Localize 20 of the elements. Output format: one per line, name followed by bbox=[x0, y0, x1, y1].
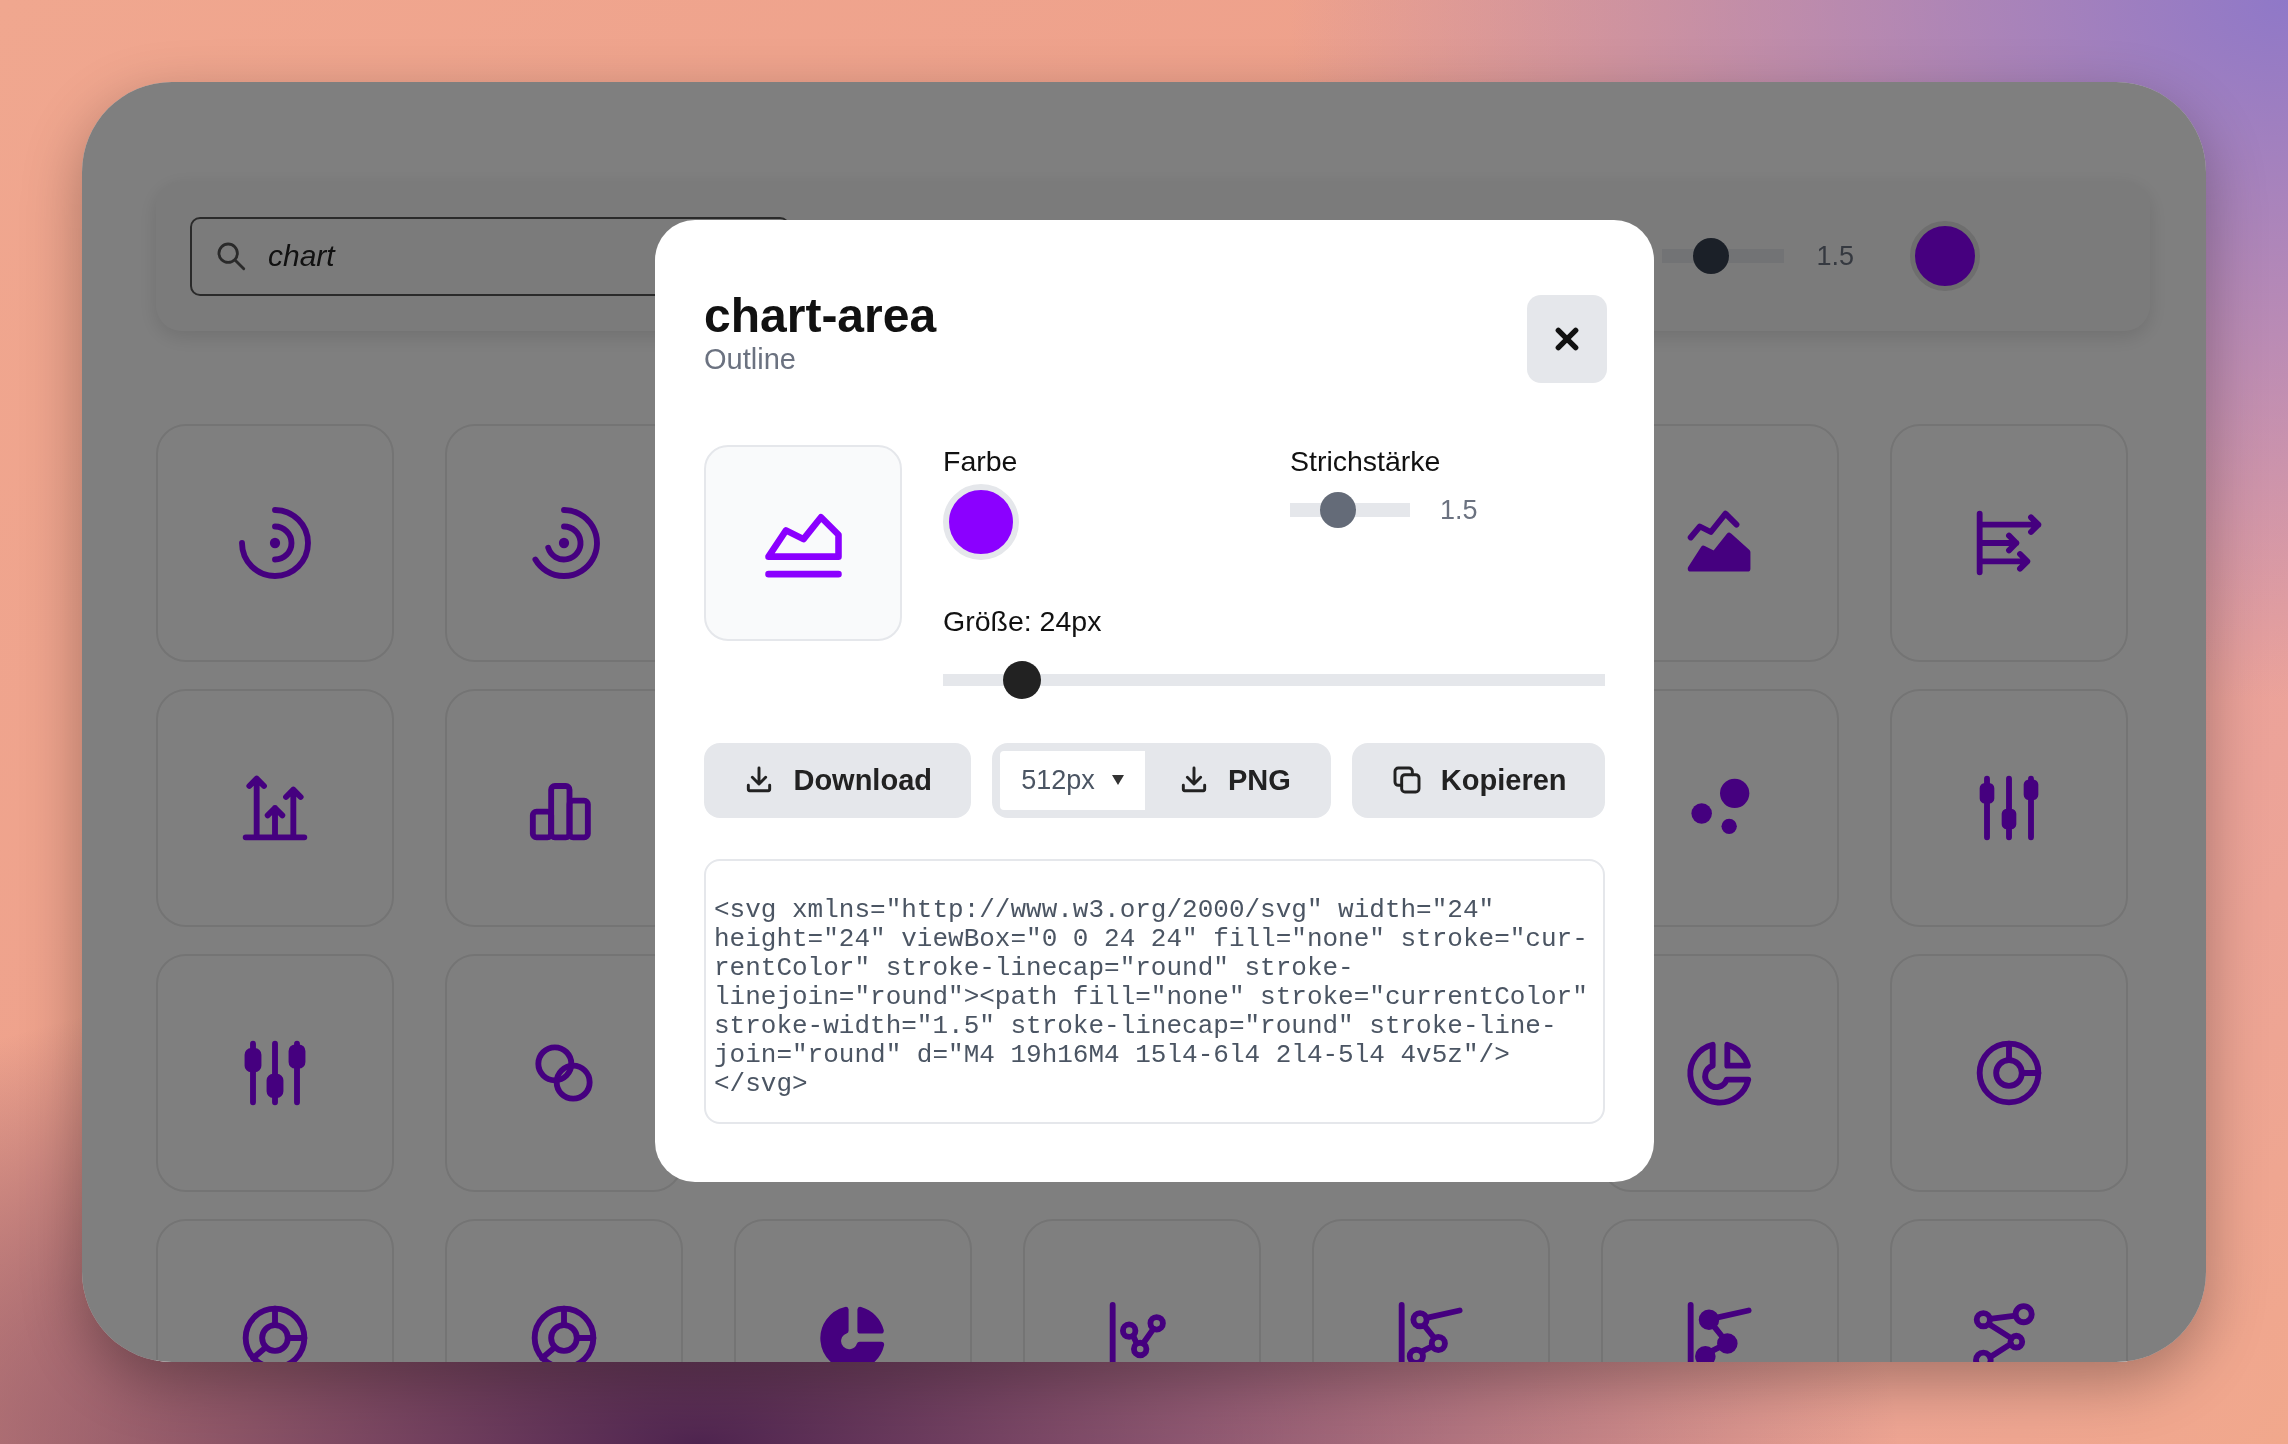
color-label: Farbe bbox=[943, 445, 1019, 478]
svg-code: <svg xmlns="http://www.w3.org/2000/svg" width="24" height="24" viewBox="0 0 24 24" fill="none" stroke="cur- rentColor" stroke-linecap="round" stroke- linejoin="round"><path fill="none" stroke="currentColor" stroke-width="1.5" stroke-linecap="round" stroke-line- join="round" d="M4 19h16M4 15l4-6l4 2l4-5l4 4v5z"/> </svg> bbox=[704, 858, 1605, 1124]
download-button[interactable]: Download bbox=[704, 743, 972, 818]
size-label: Größe: 24px bbox=[943, 605, 1103, 638]
icon-tile[interactable] bbox=[1890, 689, 2128, 927]
close-icon bbox=[1554, 326, 1580, 352]
close-button[interactable] bbox=[1527, 295, 1607, 383]
copy-button[interactable]: Kopieren bbox=[1352, 743, 1605, 818]
caret-icon bbox=[1110, 774, 1125, 787]
icon-tile[interactable] bbox=[1890, 954, 2128, 1192]
stroke-value: 1.5 bbox=[1440, 494, 1478, 526]
icon-style-label: Outline bbox=[704, 343, 797, 377]
png-button[interactable]: PNG bbox=[1145, 751, 1324, 810]
icon-tile[interactable] bbox=[156, 954, 394, 1192]
icon-tile[interactable] bbox=[156, 689, 394, 927]
icon-tile[interactable] bbox=[156, 424, 394, 662]
stroke-label: Strichstärke bbox=[1290, 445, 1442, 478]
size-select[interactable]: 512px bbox=[1000, 751, 1146, 810]
icon-tile[interactable] bbox=[1890, 424, 2128, 662]
stroke-value: 1.5 bbox=[1816, 240, 1854, 272]
